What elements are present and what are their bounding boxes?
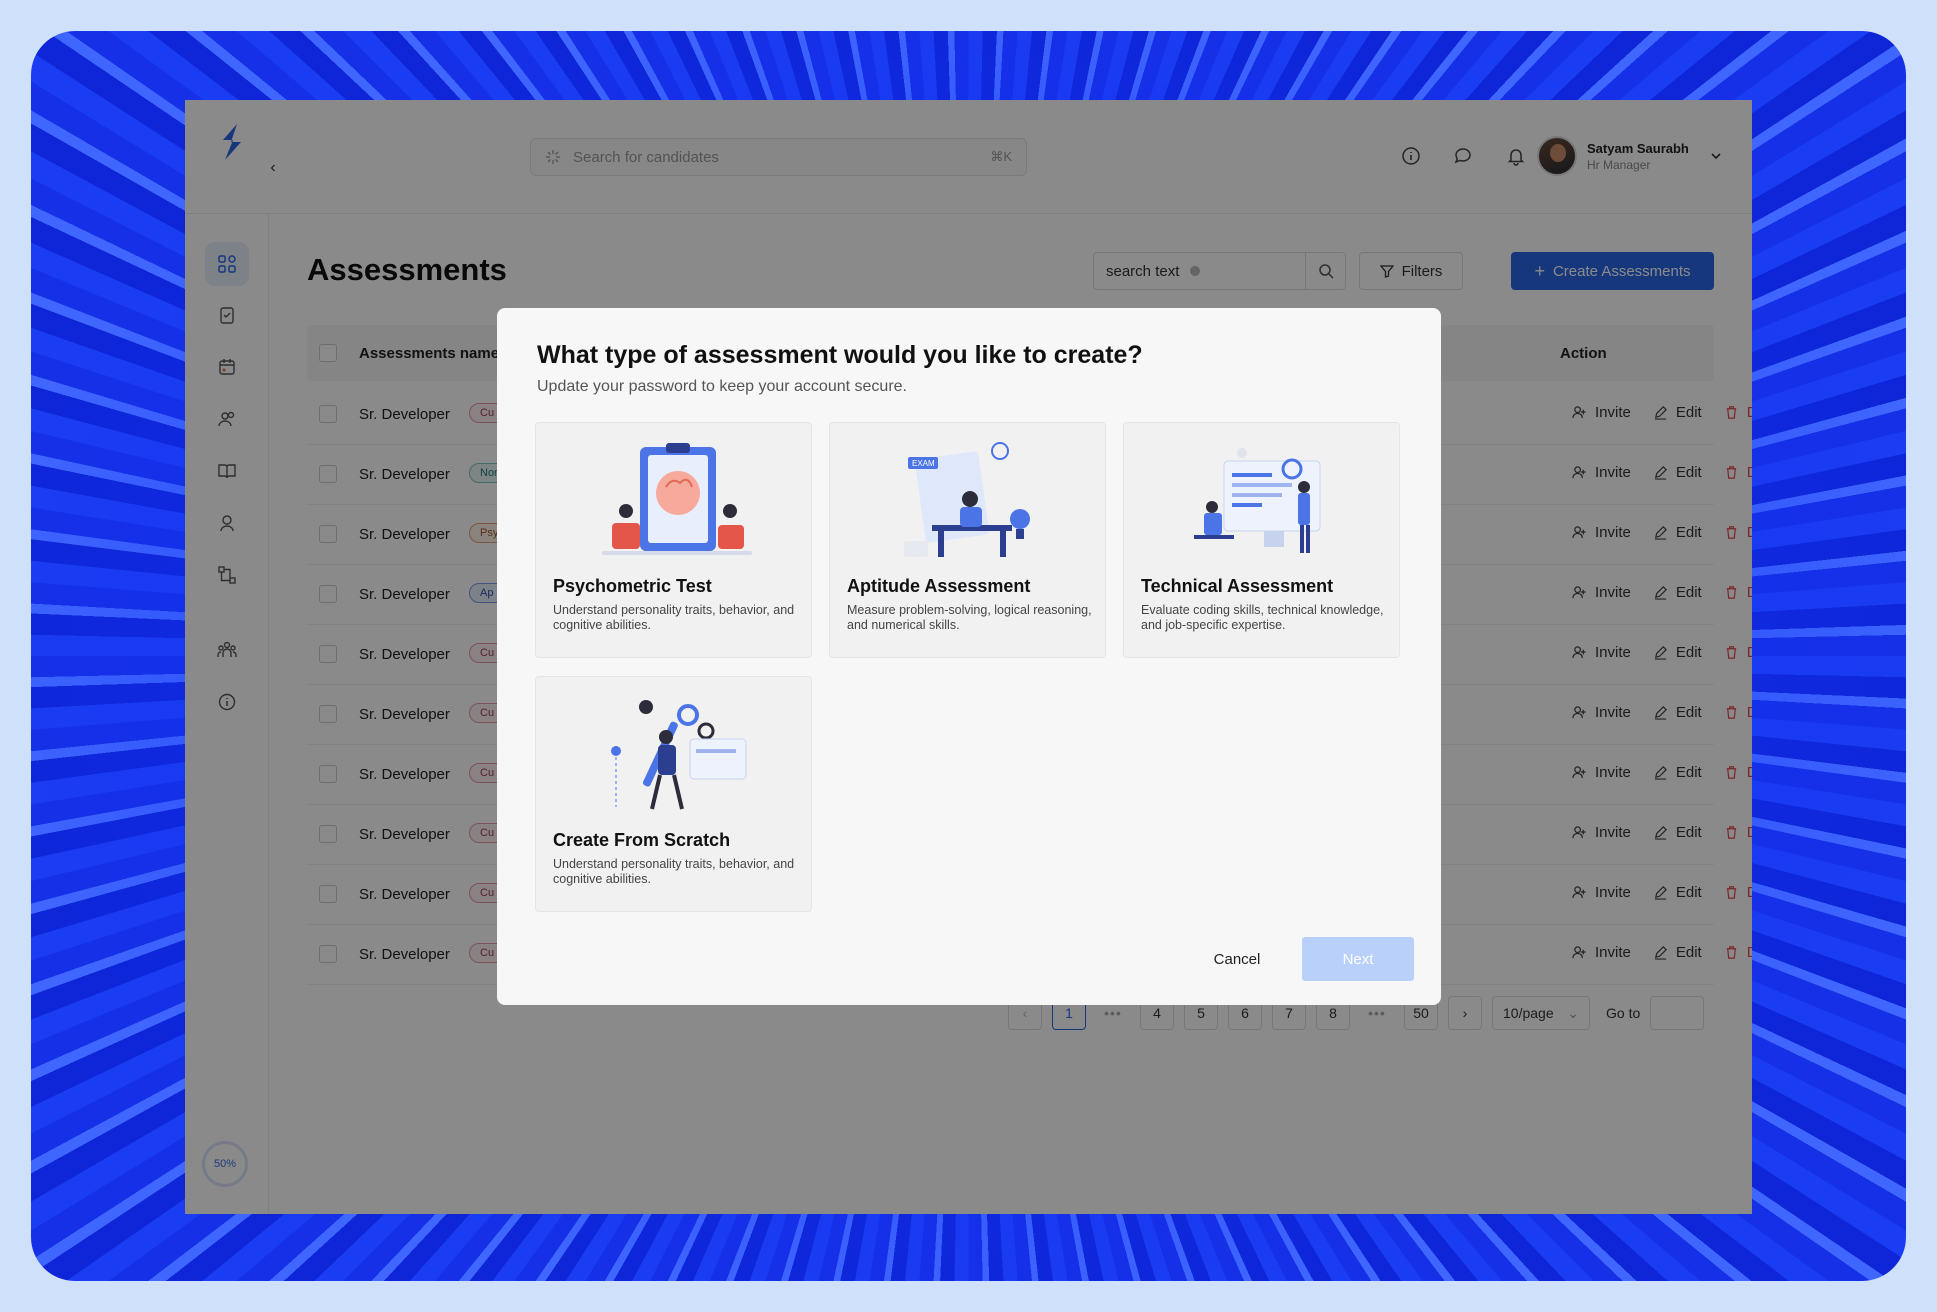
card-title: Create From Scratch: [553, 830, 731, 850]
card-description: Evaluate coding skills, technical knowle…: [1141, 603, 1384, 632]
card-psychometric-test[interactable]: Psychometric Test Understand personality…: [535, 422, 812, 658]
card-technical-assessment[interactable]: Technical Assessment Evaluate coding ski…: [1123, 422, 1400, 658]
psychometric-illustration-icon: [602, 443, 752, 555]
aptitude-exam-illustration-icon: EXAM: [904, 442, 1030, 557]
create-assessment-modal: What type of assessment would you like t…: [497, 308, 1441, 1005]
cancel-button[interactable]: Cancel: [1187, 937, 1287, 981]
modal-title: What type of assessment would you like t…: [537, 341, 1143, 369]
card-title: Technical Assessment: [1141, 576, 1334, 596]
card-description: Measure problem-solving, logical reasoni…: [847, 603, 1092, 632]
card-description: Understand personality traits, behavior,…: [553, 857, 795, 886]
technical-illustration-icon: [1194, 448, 1321, 553]
card-title: Psychometric Test: [553, 576, 712, 596]
app-window: ‹ Search for candidates ⌘K Satyam Saurab…: [185, 100, 1752, 1214]
card-description: Understand personality traits, behavior,…: [553, 603, 795, 632]
card-create-from-scratch[interactable]: Create From Scratch Understand personali…: [535, 676, 812, 912]
card-aptitude-assessment[interactable]: EXAM Aptitude Assessment Measure problem…: [829, 422, 1106, 658]
card-title: Aptitude Assessment: [847, 576, 1031, 596]
create-scratch-illustration-icon: [611, 700, 747, 810]
next-button[interactable]: Next: [1302, 937, 1414, 981]
modal-subtitle: Update your password to keep your accoun…: [537, 378, 907, 395]
exam-label: EXAM: [912, 459, 935, 468]
